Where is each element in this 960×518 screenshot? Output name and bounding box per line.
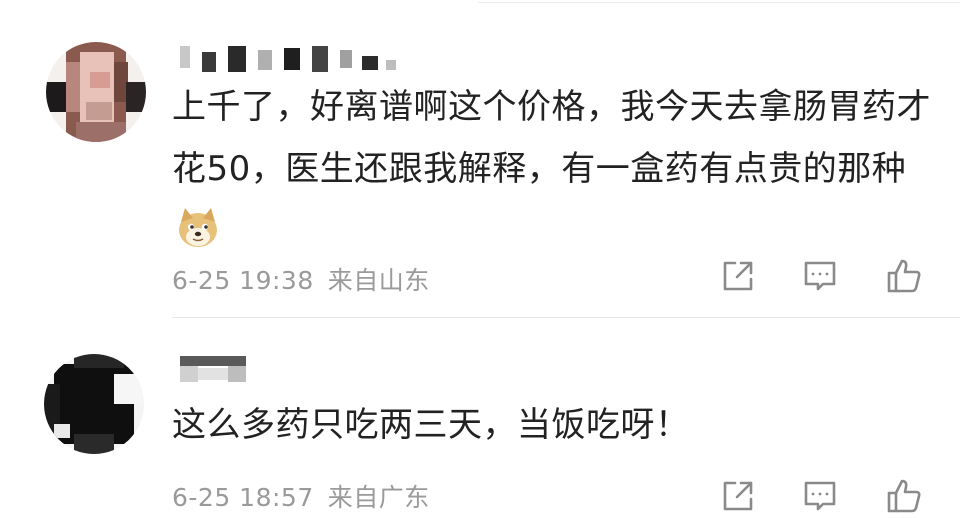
comment-time: 6-25 19:38 [172,266,314,295]
like-button[interactable] [882,474,926,518]
comment-item: 这么多药只吃两三天，当饭吃呀！ 6-25 18:57 来自广东 [0,318,960,513]
avatar[interactable] [46,42,146,142]
comment-text: 上千了，好离谱啊这个价格，我今天去拿肠胃药才花50，医生还跟我解释，有一盒药有点… [172,76,932,262]
comment-location: 来自山东 [327,266,430,295]
thumbs-up-icon [887,479,921,513]
share-icon [723,261,753,291]
comment-meta: 6-25 19:38 来自山东 [172,261,430,297]
doge-emoji [176,206,220,250]
comment-item: 上千了，好离谱啊这个价格，我今天去拿肠胃药才花50，医生还跟我解释，有一盒药有点… [0,0,960,318]
comment-location: 来自广东 [327,483,430,512]
share-button[interactable] [716,474,760,518]
comment-icon [804,481,836,511]
username-blurred[interactable] [172,42,412,72]
share-icon [723,481,753,511]
comment-time: 6-25 18:57 [172,483,314,512]
thumbs-up-icon [887,259,921,293]
avatar[interactable] [44,354,144,454]
reply-button[interactable] [798,254,842,298]
username-blurred[interactable] [172,354,262,384]
comment-meta: 6-25 18:57 来自广东 [172,478,430,514]
comment-icon [804,261,836,291]
share-button[interactable] [716,254,760,298]
comment-text: 这么多药只吃两三天，当饭吃呀！ [172,405,690,445]
like-button[interactable] [882,254,926,298]
reply-button[interactable] [798,474,842,518]
